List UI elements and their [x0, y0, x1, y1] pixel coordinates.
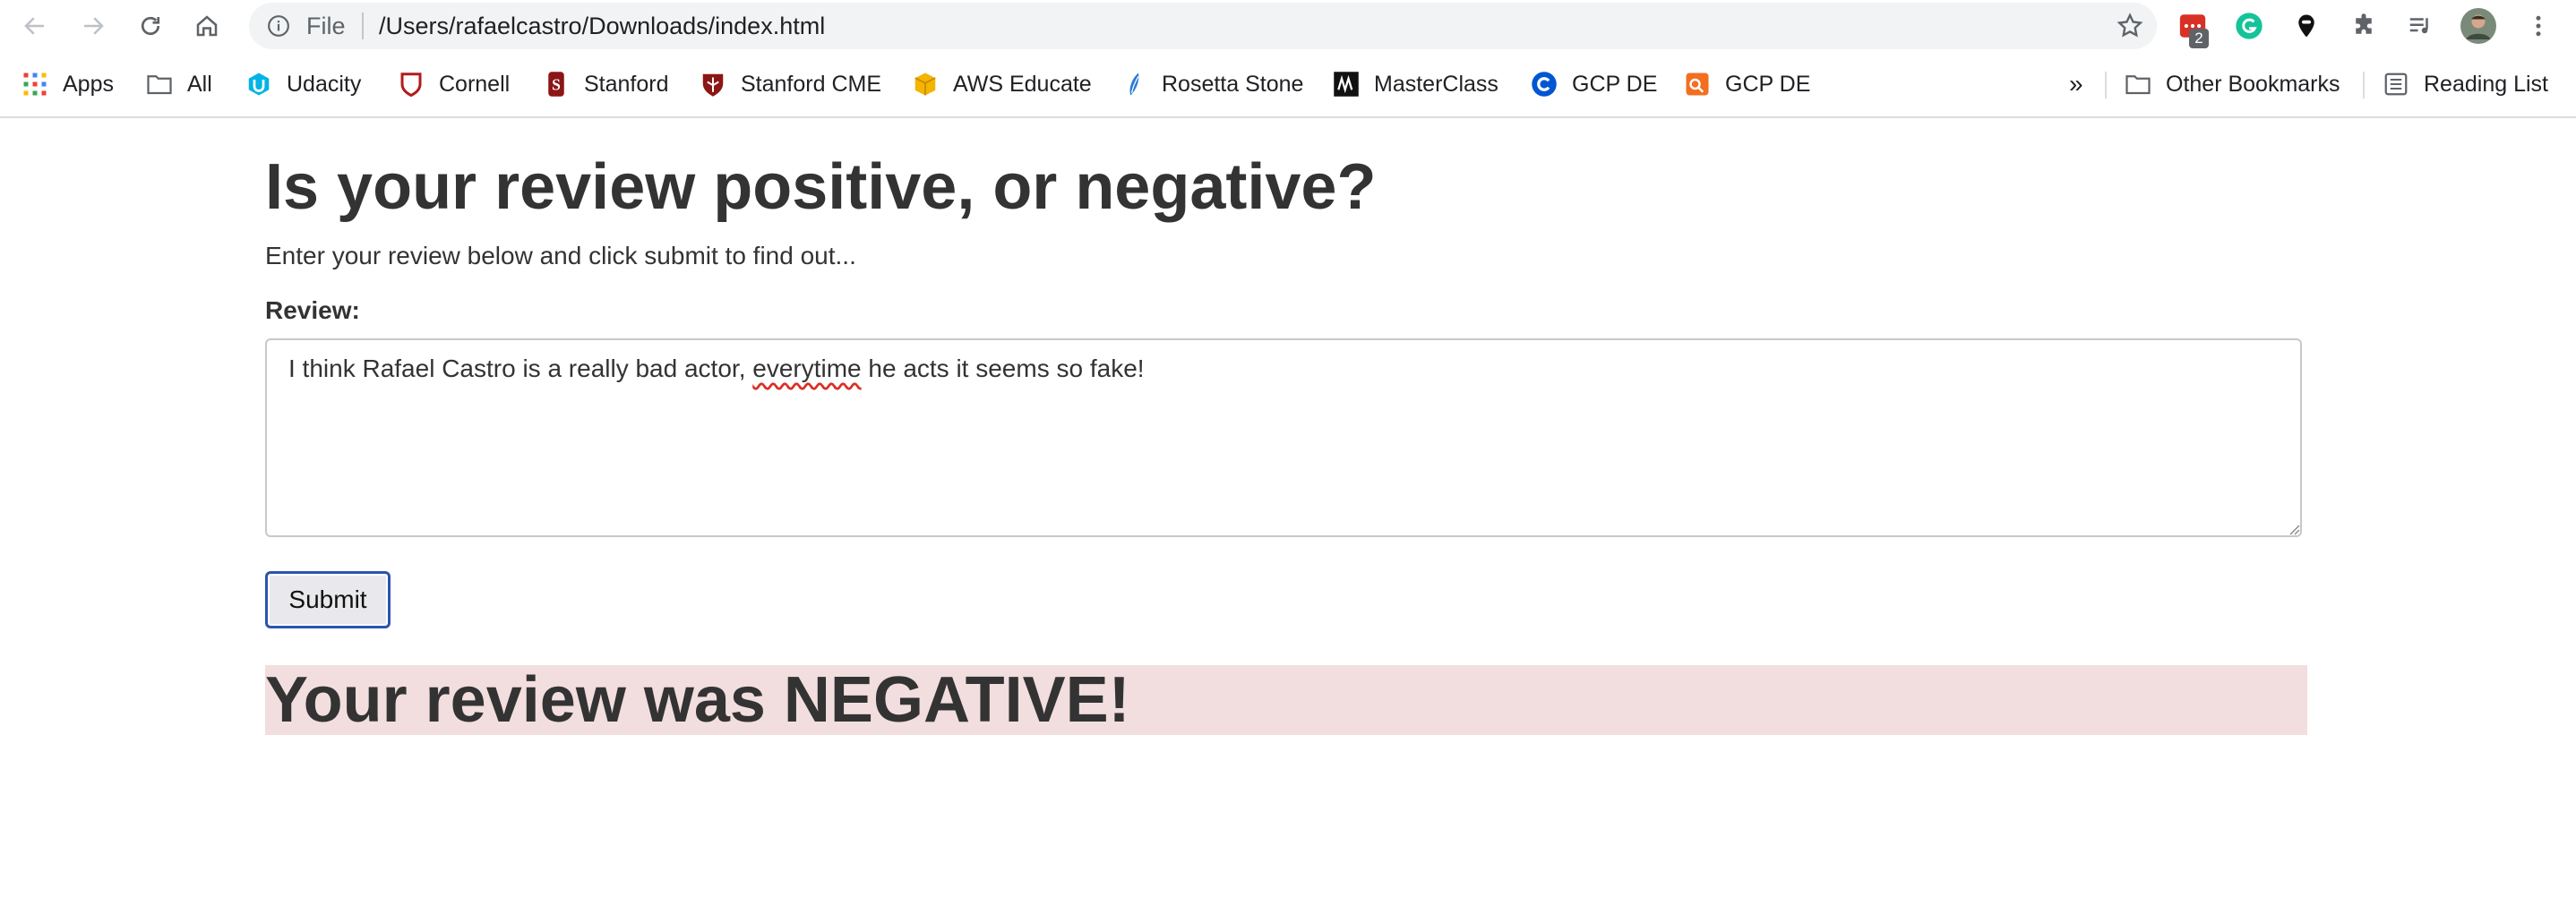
aws-box-icon: [912, 71, 939, 98]
bookmark-gcp-de-coursera[interactable]: GCP DE: [1531, 66, 1657, 102]
bookmark-label: Apps: [63, 71, 114, 97]
info-icon[interactable]: [267, 14, 290, 38]
playlist-music-icon: [2409, 18, 2428, 34]
bookmark-masterclass[interactable]: MasterClass: [1333, 66, 1498, 102]
bookmarks-divider: [2105, 72, 2107, 98]
media-control-button[interactable]: [2402, 8, 2438, 44]
result-message: Your review was NEGATIVE!: [265, 664, 1130, 736]
cornell-shield-icon: [398, 71, 425, 98]
svg-text:S: S: [552, 75, 561, 93]
misspelled-word: everytime: [752, 355, 862, 382]
stanford-shield-icon: [700, 71, 726, 98]
extension-grammarly[interactable]: [2231, 8, 2267, 44]
bookmark-label: MasterClass: [1374, 71, 1498, 97]
bookmark-aws-educate[interactable]: AWS Educate: [912, 66, 1092, 102]
submit-button[interactable]: Submit: [265, 571, 391, 628]
bookmark-label: All: [187, 71, 212, 97]
bookmark-label: AWS Educate: [953, 71, 1092, 97]
reading-list-icon: [2383, 71, 2409, 98]
review-textarea[interactable]: I think Rafael Castro is a really bad ac…: [265, 338, 2302, 537]
home-icon: [196, 15, 218, 37]
stanford-icon: S: [543, 71, 570, 98]
arrow-left-icon: [24, 17, 44, 35]
bookmark-folder-all[interactable]: All: [146, 66, 212, 102]
review-text: he acts it seems so fake!: [861, 355, 1145, 382]
address-bar[interactable]: File /Users/rafaelcastro/Downloads/index…: [249, 3, 2157, 49]
review-label: Review:: [265, 296, 360, 324]
url-separator: [362, 13, 364, 39]
apps-grid-icon: [21, 71, 48, 98]
bookmark-gcp-de-qwiklabs[interactable]: GCP DE: [1684, 66, 1810, 102]
extensions-button[interactable]: [2346, 8, 2382, 44]
folder-icon: [146, 71, 173, 98]
puzzle-icon: [2356, 13, 2372, 34]
rosetta-icon: [1121, 71, 1147, 98]
extension-pin[interactable]: [2288, 8, 2324, 44]
bookmark-label: Stanford: [584, 71, 669, 97]
bookmark-star-icon[interactable]: [2116, 12, 2144, 40]
bookmark-label: Other Bookmarks: [2166, 71, 2340, 97]
reading-list-button[interactable]: Reading List: [2383, 66, 2548, 102]
bookmark-label: Stanford CME: [741, 71, 882, 97]
reload-icon: [141, 16, 160, 36]
url-text[interactable]: /Users/rafaelcastro/Downloads/index.html: [379, 13, 825, 40]
bookmark-label: Cornell: [439, 71, 511, 97]
grammarly-icon: [2236, 13, 2263, 39]
browser-menu-button[interactable]: [2520, 8, 2556, 44]
profile-button[interactable]: [2460, 8, 2496, 44]
reload-button[interactable]: [133, 8, 168, 44]
coursera-icon: [1531, 71, 1558, 98]
bookmark-label: GCP DE: [1572, 71, 1658, 97]
bookmark-udacity[interactable]: Udacity: [245, 66, 361, 102]
bookmark-label: Rosetta Stone: [1162, 71, 1304, 97]
back-button[interactable]: [17, 8, 53, 44]
forward-button[interactable]: [75, 8, 111, 44]
page-title: Is your review positive, or negative?: [265, 151, 1377, 223]
bookmark-label: Reading List: [2424, 71, 2548, 97]
more-vertical-icon: [2536, 15, 2541, 37]
bookmark-rosetta-stone[interactable]: Rosetta Stone: [1121, 66, 1303, 102]
masterclass-icon: [1333, 71, 1360, 98]
bookmark-stanford-cme[interactable]: Stanford CME: [700, 66, 881, 102]
page-subtitle: Enter your review below and click submit…: [265, 242, 856, 269]
bookmark-cornell[interactable]: Cornell: [398, 66, 510, 102]
arrow-right-icon: [84, 17, 104, 35]
qwiklabs-icon: [1684, 71, 1711, 98]
udacity-icon: [245, 71, 272, 98]
bookmark-apps[interactable]: Apps: [21, 66, 114, 102]
review-text: I think Rafael Castro is a really bad ac…: [288, 355, 753, 382]
bookmarks-overflow-button[interactable]: »: [2069, 66, 2083, 102]
bookmark-stanford[interactable]: S Stanford: [543, 66, 669, 102]
folder-icon: [2125, 71, 2151, 98]
bookmark-other-bookmarks[interactable]: Other Bookmarks: [2125, 66, 2340, 102]
url-scheme-label: File: [306, 13, 346, 39]
result-banner: Your review was NEGATIVE!: [265, 664, 2307, 736]
bookmarks-bar: Apps All Udacity Cornell S Stanford Stan…: [0, 52, 2576, 118]
home-button[interactable]: [189, 8, 225, 44]
bookmarks-divider: [2363, 72, 2365, 98]
bookmark-label: GCP DE: [1725, 71, 1811, 97]
location-pin-icon: [2298, 14, 2314, 38]
extension-badge: 2: [2189, 29, 2209, 48]
resize-handle-icon[interactable]: [2288, 523, 2300, 535]
bookmark-label: Udacity: [287, 71, 362, 97]
browser-toolbar: File /Users/rafaelcastro/Downloads/index…: [0, 0, 2576, 52]
avatar: [2460, 8, 2496, 44]
